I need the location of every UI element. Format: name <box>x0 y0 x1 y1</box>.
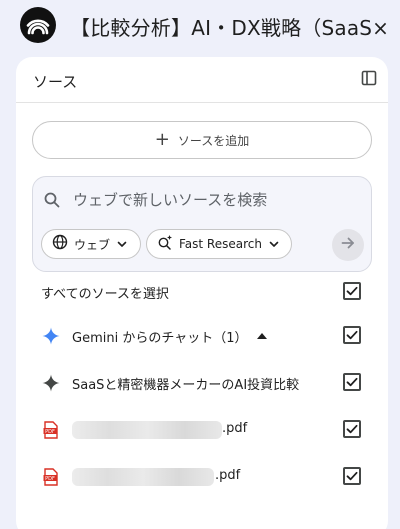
source-search-input[interactable] <box>73 187 353 213</box>
source-search-box: ウェブ Fast Research <box>32 176 372 272</box>
redacted-filename <box>72 468 214 486</box>
gemini-sparkle-icon <box>42 327 60 345</box>
source-item-pdf[interactable]: PDF .pdf <box>16 462 388 492</box>
source-item-saas-comparison[interactable]: SaaSと精密機器メーカーのAI投資比較 <box>16 368 388 398</box>
sources-panel-header: ソース <box>16 57 388 103</box>
plus-icon: + <box>154 129 170 150</box>
research-mode-dropdown[interactable]: Fast Research <box>146 229 292 259</box>
sources-panel: ソース + ソースを追加 ウェブで新しいソースを検索 ウェブ Fast Rese… <box>16 57 388 529</box>
web-chip-label: ウェブ <box>74 237 111 252</box>
source-checkbox[interactable] <box>343 326 361 344</box>
select-all-row[interactable]: すべてのソースを選択 <box>16 277 388 307</box>
caret-up-icon[interactable] <box>257 333 267 339</box>
redacted-filename <box>72 421 222 439</box>
research-sparkle-search-icon <box>157 234 173 254</box>
svg-text:PDF: PDF <box>45 429 55 435</box>
collapse-panel-icon[interactable] <box>361 70 377 86</box>
source-checkbox[interactable] <box>343 467 361 485</box>
top-bar: 【比較分析】AI・DX戦略（SaaS× <box>0 0 400 52</box>
sources-panel-title: ソース <box>33 73 78 91</box>
pdf-icon: PDF <box>42 421 60 439</box>
source-item-gemini-chat[interactable]: Gemini からのチャット（1） <box>16 321 388 351</box>
web-source-dropdown[interactable]: ウェブ <box>41 229 141 259</box>
sparkle-icon <box>42 374 60 392</box>
chevron-down-icon <box>116 235 128 254</box>
globe-icon <box>52 234 68 254</box>
add-source-label: ソースを追加 <box>177 133 250 148</box>
select-all-checkbox[interactable] <box>343 282 361 300</box>
pdf-icon: PDF <box>42 468 60 486</box>
add-source-button[interactable]: + ソースを追加 <box>32 121 372 159</box>
arrow-right-icon <box>340 235 356 255</box>
source-item-label: SaaSと精密機器メーカーのAI投資比較 <box>72 378 300 393</box>
svg-text:PDF: PDF <box>45 476 55 482</box>
source-checkbox[interactable] <box>343 420 361 438</box>
source-item-label: .pdf <box>222 421 248 436</box>
search-icon <box>43 191 61 209</box>
source-checkbox[interactable] <box>343 373 361 391</box>
select-all-label: すべてのソースを選択 <box>41 287 169 302</box>
source-item-label: .pdf <box>215 468 241 483</box>
source-item-pdf[interactable]: PDF .pdf <box>16 415 388 445</box>
notebooklm-logo-icon[interactable] <box>20 7 56 43</box>
submit-search-button[interactable] <box>332 229 364 261</box>
source-item-label: Gemini からのチャット（1） <box>72 331 248 346</box>
chevron-down-icon <box>268 235 280 254</box>
notebook-title[interactable]: 【比較分析】AI・DX戦略（SaaS× <box>70 12 400 41</box>
research-chip-label: Fast Research <box>179 237 262 251</box>
